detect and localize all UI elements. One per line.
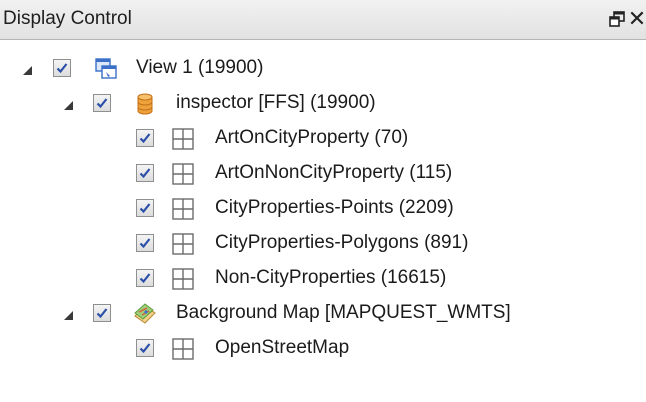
tree-node-layer[interactable]: ArtOnCityProperty (70) [0,122,646,156]
tree-node-label: inspector [FFS] (19900) [176,92,376,113]
close-icon[interactable]: ✕ [628,8,646,30]
tree-node-view[interactable]: View 1 (19900) [0,52,646,86]
grid-layer-icon [171,232,195,256]
checkbox-view[interactable] [53,59,71,77]
checkbox-layer[interactable] [136,199,154,217]
panel-title-bar: Display Control ✕ [0,0,646,40]
expand-arrow-icon[interactable] [63,308,74,320]
grid-layer-icon [171,337,195,361]
checkbox-layer[interactable] [136,234,154,252]
float-window-icon[interactable] [606,8,628,30]
expand-arrow-icon[interactable] [63,98,74,110]
grid-layer-icon [171,197,195,221]
tree-node-label: CityProperties-Polygons (891) [215,232,469,253]
tree-node-layer[interactable]: Non-CityProperties (16615) [0,262,646,296]
tree-node-label: View 1 (19900) [136,57,264,78]
tree-node-layer[interactable]: OpenStreetMap [0,332,646,366]
grid-layer-icon [171,127,195,151]
checkbox-inspector[interactable] [93,94,111,112]
tree-node-label: CityProperties-Points (2209) [215,197,454,218]
tree-node-label: OpenStreetMap [215,337,350,358]
tree-node-layer[interactable]: CityProperties-Points (2209) [0,192,646,226]
database-icon [133,92,157,116]
expand-arrow-icon[interactable] [22,63,33,75]
map-icon [133,302,157,326]
view-windows-icon [94,57,118,81]
checkbox-layer[interactable] [136,129,154,147]
tree-node-label: Background Map [MAPQUEST_WMTS] [176,302,511,323]
tree-node-label: ArtOnCityProperty (70) [215,127,409,148]
tree-node-inspector[interactable]: inspector [FFS] (19900) [0,87,646,121]
layer-tree: View 1 (19900) inspector [FFS] (19900) A… [0,40,646,402]
tree-node-layer[interactable]: CityProperties-Polygons (891) [0,227,646,261]
grid-layer-icon [171,267,195,291]
tree-node-layer[interactable]: ArtOnNonCityProperty (115) [0,157,646,191]
checkbox-background-map[interactable] [93,304,111,322]
tree-node-label: ArtOnNonCityProperty (115) [215,162,453,183]
tree-node-background-map[interactable]: Background Map [MAPQUEST_WMTS] [0,297,646,331]
checkbox-layer[interactable] [136,339,154,357]
grid-layer-icon [171,162,195,186]
tree-node-label: Non-CityProperties (16615) [215,267,447,288]
panel-title: Display Control [3,8,132,29]
checkbox-layer[interactable] [136,164,154,182]
checkbox-layer[interactable] [136,269,154,287]
